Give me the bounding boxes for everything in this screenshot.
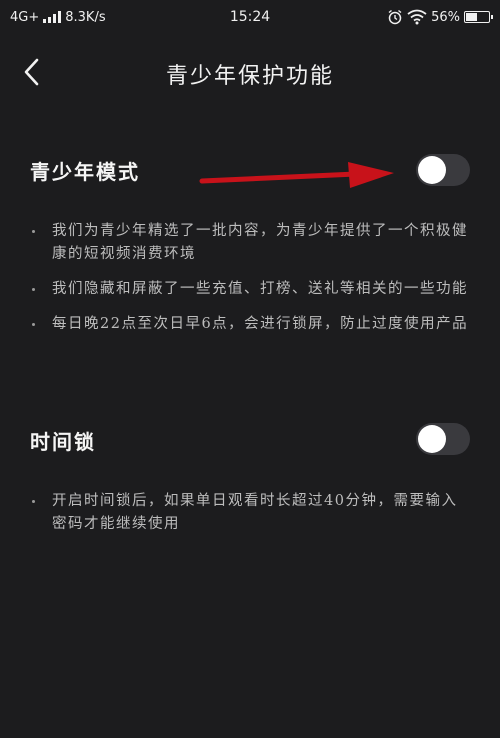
signal-icon (43, 11, 62, 23)
network-speed: 8.3K/s (65, 9, 106, 25)
youth-mode-bullets: 我们为青少年精选了一批内容，为青少年提供了一个积极健康的短视频消费环境 我们隐藏… (30, 220, 470, 348)
toggle-knob (418, 425, 446, 453)
list-item: 我们为青少年精选了一批内容，为青少年提供了一个积极健康的短视频消费环境 (30, 220, 470, 266)
time-lock-toggle[interactable] (416, 423, 470, 455)
bullet-dot (32, 230, 35, 233)
bullet-text: 开启时间锁后，如果单日观看时长超过40分钟，需要输入密码才能继续使用 (52, 493, 458, 532)
network-label: 4G+ (10, 9, 40, 25)
bullet-dot (32, 500, 35, 503)
battery-icon (464, 11, 493, 23)
toggle-knob (418, 156, 446, 184)
bullet-text: 每日晚22点至次日早6点，会进行锁屏，防止过度使用产品 (52, 316, 469, 332)
alarm-icon (388, 9, 402, 25)
time-lock-bullets: 开启时间锁后，如果单日观看时长超过40分钟，需要输入密码才能继续使用 (30, 490, 470, 548)
battery-percent: 56% (431, 9, 460, 25)
status-left: 4G+ 8.3K/s (10, 10, 106, 25)
bullet-dot (32, 288, 35, 291)
red-arrow-annotation (199, 162, 394, 188)
status-bar: 4G+ 8.3K/s 15:24 56% (0, 0, 500, 34)
time-lock-title: 时间锁 (30, 430, 96, 454)
list-item: 每日晚22点至次日早6点，会进行锁屏，防止过度使用产品 (30, 313, 470, 336)
wifi-icon (407, 9, 427, 25)
bullet-text: 我们为青少年精选了一批内容，为青少年提供了一个积极健康的短视频消费环境 (52, 223, 468, 262)
youth-mode-toggle[interactable] (416, 154, 470, 186)
status-right: 56% (387, 9, 493, 25)
page-title: 青少年保护功能 (165, 64, 334, 89)
list-item: 开启时间锁后，如果单日观看时长超过40分钟，需要输入密码才能继续使用 (30, 490, 470, 536)
bullet-text: 我们隐藏和屏蔽了一些充值、打榜、送礼等相关的一些功能 (52, 281, 468, 297)
list-item: 我们隐藏和屏蔽了一些充值、打榜、送礼等相关的一些功能 (30, 278, 470, 301)
bullet-dot (32, 323, 35, 326)
header: 青少年保护功能 (0, 44, 500, 100)
youth-mode-title: 青少年模式 (30, 160, 140, 184)
status-time: 15:24 (229, 9, 271, 25)
